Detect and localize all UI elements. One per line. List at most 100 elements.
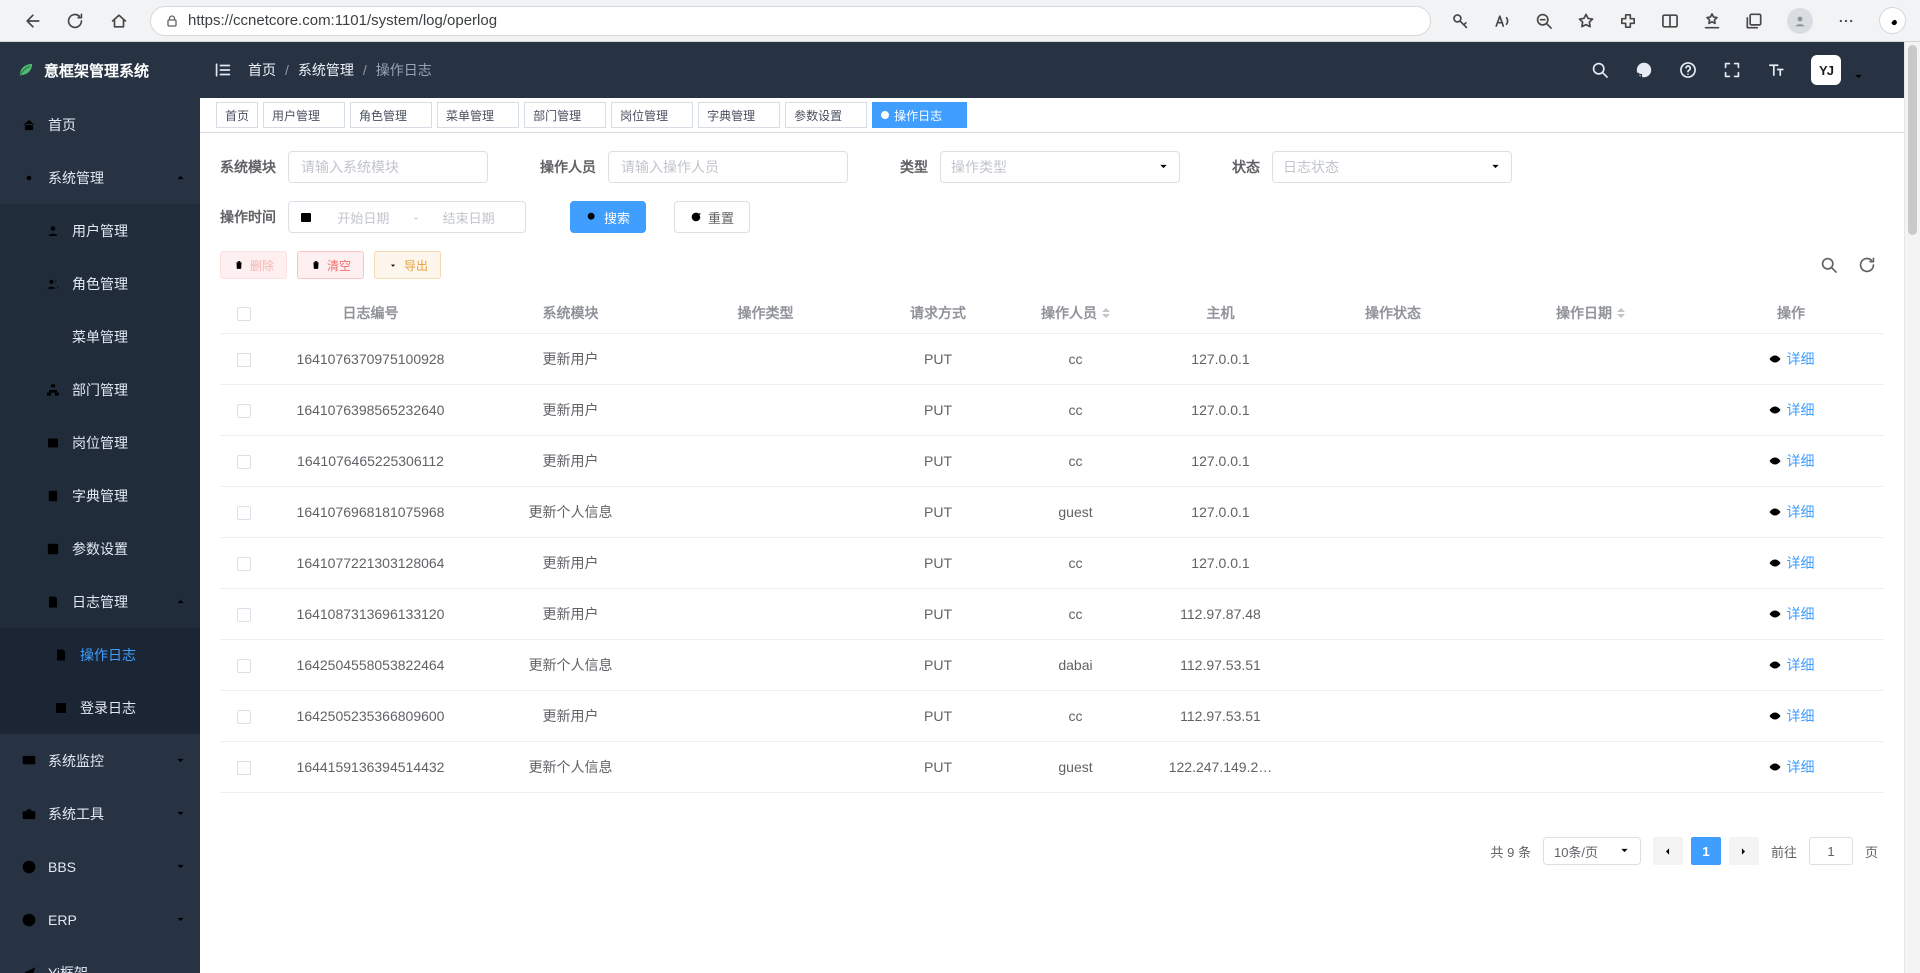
date-range-picker[interactable]: 开始日期 - 结束日期 — [288, 201, 526, 233]
sidebar-item-erp[interactable]: ERP — [0, 893, 200, 946]
row-checkbox[interactable] — [237, 455, 251, 469]
row-checkbox[interactable] — [237, 761, 251, 775]
row-checkbox[interactable] — [237, 353, 251, 367]
tab-role-mgmt[interactable]: 角色管理 — [350, 102, 432, 128]
sidebar-item-role-mgmt[interactable]: 角色管理 — [0, 257, 200, 310]
breadcrumb-item-home[interactable]: 首页 — [248, 60, 276, 80]
row-checkbox[interactable] — [237, 608, 251, 622]
address-bar[interactable]: https://ccnetcore.com:1101/system/log/op… — [150, 6, 1431, 36]
browser-scrollbar[interactable] — [1904, 42, 1920, 973]
sidebar-item-bbs[interactable]: BBS — [0, 840, 200, 893]
close-icon[interactable] — [325, 110, 336, 121]
profile-avatar[interactable] — [1787, 8, 1813, 34]
clear-button[interactable]: 清空 — [297, 251, 364, 279]
close-icon[interactable] — [947, 110, 958, 121]
detail-link[interactable]: 详细 — [1768, 451, 1815, 471]
close-icon[interactable] — [412, 110, 423, 121]
page-number-button[interactable]: 1 — [1691, 837, 1721, 865]
user-logo-badge[interactable]: YJ — [1811, 55, 1841, 85]
close-icon[interactable] — [499, 110, 510, 121]
close-icon[interactable] — [760, 110, 771, 121]
github-icon[interactable] — [1635, 61, 1653, 79]
detail-link[interactable]: 详细 — [1768, 706, 1815, 726]
close-icon[interactable] — [586, 110, 597, 121]
col-date[interactable]: 操作日期 — [1483, 293, 1698, 334]
sidebar-item-dict-mgmt[interactable]: 字典管理 — [0, 469, 200, 522]
help-icon[interactable] — [1679, 61, 1697, 79]
sidebar-item-dept-mgmt[interactable]: 部门管理 — [0, 363, 200, 416]
tab-user-mgmt[interactable]: 用户管理 — [263, 102, 345, 128]
detail-link[interactable]: 详细 — [1768, 604, 1815, 624]
detail-link[interactable]: 详细 — [1768, 655, 1815, 675]
sidebar-item-system-mgmt[interactable]: 系统管理 — [0, 151, 200, 204]
extensions-icon[interactable] — [1619, 12, 1637, 30]
row-checkbox[interactable] — [237, 557, 251, 571]
col-operator[interactable]: 操作人员 — [1013, 293, 1138, 334]
refresh-table-icon[interactable] — [1858, 256, 1876, 274]
tab-param-settings[interactable]: 参数设置 — [785, 102, 867, 128]
detail-link[interactable]: 详细 — [1768, 349, 1815, 369]
select-all-checkbox[interactable] — [237, 307, 251, 321]
back-icon[interactable] — [22, 12, 40, 30]
row-checkbox[interactable] — [237, 404, 251, 418]
sidebar-item-yi-framework[interactable]: Yi框架 — [0, 946, 200, 973]
operator-input[interactable] — [608, 151, 848, 183]
reset-button[interactable]: 重置 — [674, 201, 750, 233]
tab-dict-mgmt[interactable]: 字典管理 — [698, 102, 780, 128]
tab-oper-log[interactable]: 操作日志 — [872, 102, 967, 128]
sidebar-item-user-mgmt[interactable]: 用户管理 — [0, 204, 200, 257]
sidebar-item-param-settings[interactable]: 参数设置 — [0, 522, 200, 575]
row-checkbox[interactable] — [237, 710, 251, 724]
row-checkbox[interactable] — [237, 659, 251, 673]
status-select[interactable]: 日志状态 — [1272, 151, 1512, 183]
fullscreen-icon[interactable] — [1723, 61, 1741, 79]
sidebar-item-post-mgmt[interactable]: 岗位管理 — [0, 416, 200, 469]
page-size-select[interactable]: 10条/页 — [1543, 837, 1641, 865]
chevron-down-icon[interactable] — [1853, 69, 1864, 87]
detail-link[interactable]: 详细 — [1768, 400, 1815, 420]
password-key-icon[interactable] — [1451, 12, 1469, 30]
split-screen-icon[interactable] — [1661, 12, 1679, 30]
goto-page-input[interactable] — [1809, 837, 1853, 865]
detail-link[interactable]: 详细 — [1768, 553, 1815, 573]
close-icon[interactable] — [673, 110, 684, 121]
breadcrumb-item-system[interactable]: 系统管理 — [298, 60, 354, 80]
more-menu-icon[interactable] — [1837, 12, 1855, 30]
sidebar-fold-icon[interactable] — [214, 61, 232, 79]
tab-dept-mgmt[interactable]: 部门管理 — [524, 102, 606, 128]
prev-page-button[interactable] — [1653, 837, 1683, 865]
tab-post-mgmt[interactable]: 岗位管理 — [611, 102, 693, 128]
read-aloud-icon[interactable] — [1493, 12, 1511, 30]
header-search-icon[interactable] — [1591, 61, 1609, 79]
scrollbar-thumb[interactable] — [1908, 45, 1917, 235]
sidebar-item-home[interactable]: 首页 — [0, 98, 200, 151]
font-size-icon[interactable] — [1767, 61, 1785, 79]
sidebar-item-menu-mgmt[interactable]: 菜单管理 — [0, 310, 200, 363]
close-icon[interactable] — [847, 110, 858, 121]
sort-caret-icon[interactable] — [1102, 304, 1110, 322]
module-input[interactable] — [288, 151, 488, 183]
sidebar-item-oper-log[interactable]: 操作日志 — [0, 628, 200, 681]
row-checkbox[interactable] — [237, 506, 251, 520]
sidebar-item-system-tools[interactable]: 系统工具 — [0, 787, 200, 840]
favorites-bar-icon[interactable] — [1703, 12, 1721, 30]
search-button[interactable]: 搜索 — [570, 201, 646, 233]
detail-link[interactable]: 详细 — [1768, 757, 1815, 777]
favorites-add-icon[interactable] — [1577, 12, 1595, 30]
toggle-search-icon[interactable] — [1820, 256, 1838, 274]
tab-menu-mgmt[interactable]: 菜单管理 — [437, 102, 519, 128]
tab-home[interactable]: 首页 — [216, 102, 258, 128]
export-button[interactable]: 导出 — [374, 251, 441, 279]
bing-copilot-icon[interactable] — [1879, 7, 1906, 34]
sort-caret-icon[interactable] — [1617, 304, 1625, 322]
home-icon[interactable] — [110, 12, 128, 30]
sidebar-item-log-mgmt[interactable]: 日志管理 — [0, 575, 200, 628]
delete-button[interactable]: 删除 — [220, 251, 287, 279]
type-select[interactable]: 操作类型 — [940, 151, 1180, 183]
detail-link[interactable]: 详细 — [1768, 502, 1815, 522]
next-page-button[interactable] — [1729, 837, 1759, 865]
collections-icon[interactable] — [1745, 12, 1763, 30]
sidebar-item-login-log[interactable]: 登录日志 — [0, 681, 200, 734]
sidebar-item-system-monitor[interactable]: 系统监控 — [0, 734, 200, 787]
refresh-icon[interactable] — [66, 12, 84, 30]
